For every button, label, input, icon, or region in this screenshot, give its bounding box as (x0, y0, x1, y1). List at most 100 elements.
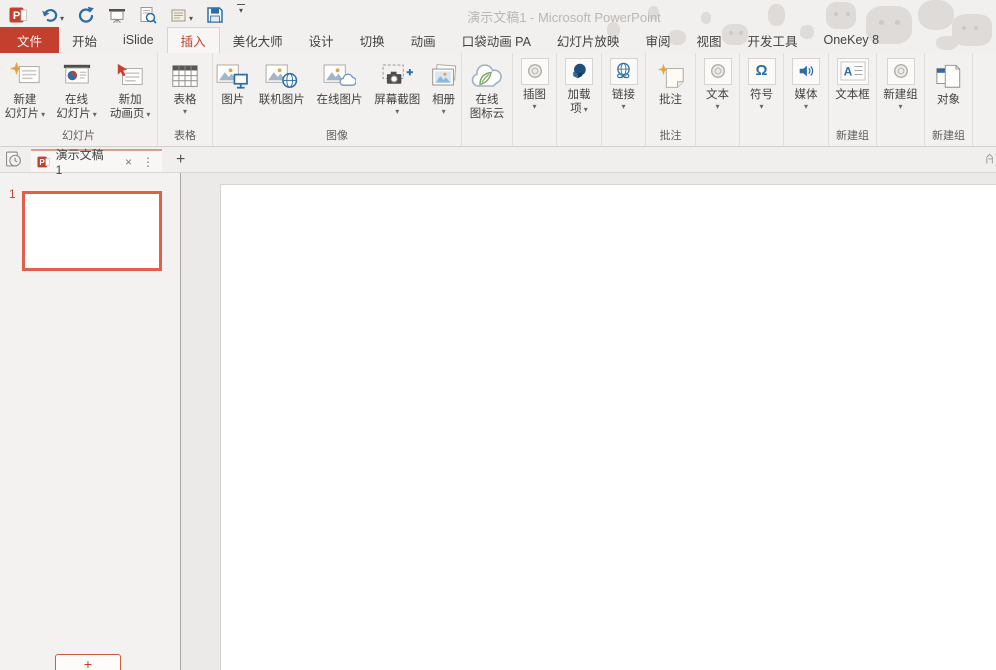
window-header: P ▾ (0, 0, 996, 53)
qat-customize-button[interactable]: ▾ (237, 4, 245, 24)
comment-button[interactable]: 批注 (646, 53, 695, 129)
button-label: 联机图片 (259, 93, 305, 107)
dropdown-arrow-icon: ▾ (60, 14, 64, 24)
dropdown-arrow-icon: ▾ (442, 107, 446, 116)
symbol-button[interactable]: Ω 符号 ▾ (740, 53, 783, 129)
group-label-empty (696, 129, 739, 146)
online-picture-icon (265, 54, 298, 93)
addin-button[interactable]: 加载 项▾ (557, 53, 601, 129)
tab-view[interactable]: 视图 (683, 27, 734, 53)
group-textbox: A 文本框 新建组 (829, 53, 877, 146)
new-group-button[interactable]: 新建组 ▾ (877, 53, 924, 129)
redo-button[interactable] (77, 4, 95, 24)
tab-insert[interactable]: 插入 (167, 27, 220, 53)
button-label: 图片 (221, 93, 244, 107)
addin-icon (565, 58, 593, 85)
button-label: 插图 (523, 88, 546, 102)
ribbon-tab-bar: 文件 开始 iSlide 插入 美化大师 设计 切换 动画 口袋动画 PA 幻灯… (0, 27, 996, 53)
comment-icon (656, 54, 686, 93)
dropdown-arrow-icon: ▾ (146, 110, 150, 119)
online-icon-cloud-button[interactable]: 在线 图标云 (462, 53, 512, 129)
tab-home[interactable]: 开始 (59, 27, 110, 53)
new-slide-button[interactable]: 新建 幻灯片▾ (0, 53, 50, 129)
slides-panel: 1 + (0, 173, 181, 670)
recent-documents-button[interactable] (5, 151, 22, 168)
dropdown-arrow-icon: ▾ (621, 102, 625, 111)
clipped-right-icon (985, 150, 996, 166)
new-animation-page-icon (115, 54, 145, 93)
redo-icon (77, 6, 95, 24)
plus-icon: + (84, 656, 92, 670)
table-button[interactable]: 表格 ▾ (160, 53, 210, 129)
online-picture-button[interactable]: 联机图片 (253, 53, 311, 129)
group-illustration: 插图 ▾ (513, 53, 557, 146)
slide-canvas[interactable] (220, 184, 996, 670)
button-label: 在线 (476, 93, 499, 107)
button-label: 文本 (706, 88, 729, 102)
media-button[interactable]: 媒体 ▾ (784, 53, 828, 129)
svg-text:P: P (13, 10, 20, 22)
group-media: 媒体 ▾ (784, 53, 829, 146)
tab-menu-icon[interactable]: ⋮ (142, 155, 154, 169)
new-form-button[interactable]: ▾ (170, 4, 193, 24)
undo-button[interactable]: ▾ (40, 4, 64, 24)
window-title: 演示文稿1 - Microsoft PowerPoint (467, 7, 661, 26)
button-label: 图标云 (470, 107, 505, 121)
group-label-table: 表格 (158, 129, 212, 146)
svg-text:P: P (39, 158, 45, 167)
print-preview-button[interactable] (139, 4, 157, 24)
tab-developer[interactable]: 开发工具 (734, 27, 810, 53)
screenshot-icon (381, 54, 414, 93)
link-button[interactable]: 链接 ▾ (602, 53, 645, 129)
new-document-tab-button[interactable]: + (176, 152, 185, 168)
powerpoint-logo-button[interactable]: P (9, 4, 27, 24)
button-label: 表格 (174, 93, 197, 107)
picture-button[interactable]: 图片 (213, 53, 253, 129)
button-label: 对象 (937, 93, 960, 107)
group-slides: 新建 幻灯片▾ 在 (0, 53, 158, 146)
button-label: 动画页▾ (110, 107, 151, 121)
illustration-button[interactable]: 插图 ▾ (513, 53, 556, 129)
picture-icon (216, 54, 249, 93)
tab-transitions[interactable]: 切换 (347, 27, 398, 53)
new-animation-page-button[interactable]: 新加 动画页▾ (103, 53, 157, 129)
close-tab-icon[interactable]: × (125, 155, 132, 169)
group-label-empty (513, 129, 556, 146)
tab-pocket-animation[interactable]: 口袋动画 PA (449, 27, 544, 53)
slideshow-button[interactable] (108, 4, 126, 24)
quick-access-toolbar: P ▾ (0, 4, 245, 24)
group-text: 文本 ▾ (696, 53, 740, 146)
button-label: 幻灯片▾ (56, 107, 97, 121)
table-icon (170, 54, 200, 93)
photo-album-button[interactable]: 相册 ▾ (426, 53, 461, 129)
object-button[interactable]: 对象 (925, 53, 972, 129)
document-tab[interactable]: P 演示文稿1 × ⋮ (31, 149, 162, 172)
group-label-new-group-2: 新建组 (925, 129, 972, 146)
group-label-empty (602, 129, 645, 146)
button-label: 在线 (65, 93, 88, 107)
tab-animations[interactable]: 动画 (398, 27, 449, 53)
tab-islide[interactable]: iSlide (110, 27, 167, 53)
online-slide-icon (62, 54, 92, 93)
online-slide-button[interactable]: 在线 幻灯片▾ (50, 53, 104, 129)
save-button[interactable] (206, 4, 224, 24)
dropdown-arrow-icon: ▾ (898, 102, 902, 111)
text-button[interactable]: 文本 ▾ (696, 53, 739, 129)
slide-thumbnail[interactable] (22, 191, 162, 271)
tab-onekey[interactable]: OneKey 8 (810, 27, 892, 53)
group-links: 链接 ▾ (602, 53, 646, 146)
tab-beautify-master[interactable]: 美化大师 (220, 27, 296, 53)
screenshot-button[interactable]: 屏幕截图 ▾ (368, 53, 426, 129)
web-picture-button[interactable]: 在线图片 (311, 53, 369, 129)
group-label-empty (462, 129, 512, 146)
group-symbol: Ω 符号 ▾ (740, 53, 784, 146)
new-slide-panel-button[interactable]: + (55, 654, 121, 670)
photo-album-icon (429, 54, 459, 93)
tab-file[interactable]: 文件 (0, 27, 59, 53)
tab-review[interactable]: 审阅 (632, 27, 683, 53)
textbox-button[interactable]: A 文本框 (829, 53, 876, 129)
tab-design[interactable]: 设计 (296, 27, 347, 53)
button-label: 媒体 (795, 88, 818, 102)
tab-slide-show[interactable]: 幻灯片放映 (544, 27, 633, 53)
dropdown-arrow-icon: ▾ (715, 102, 719, 111)
